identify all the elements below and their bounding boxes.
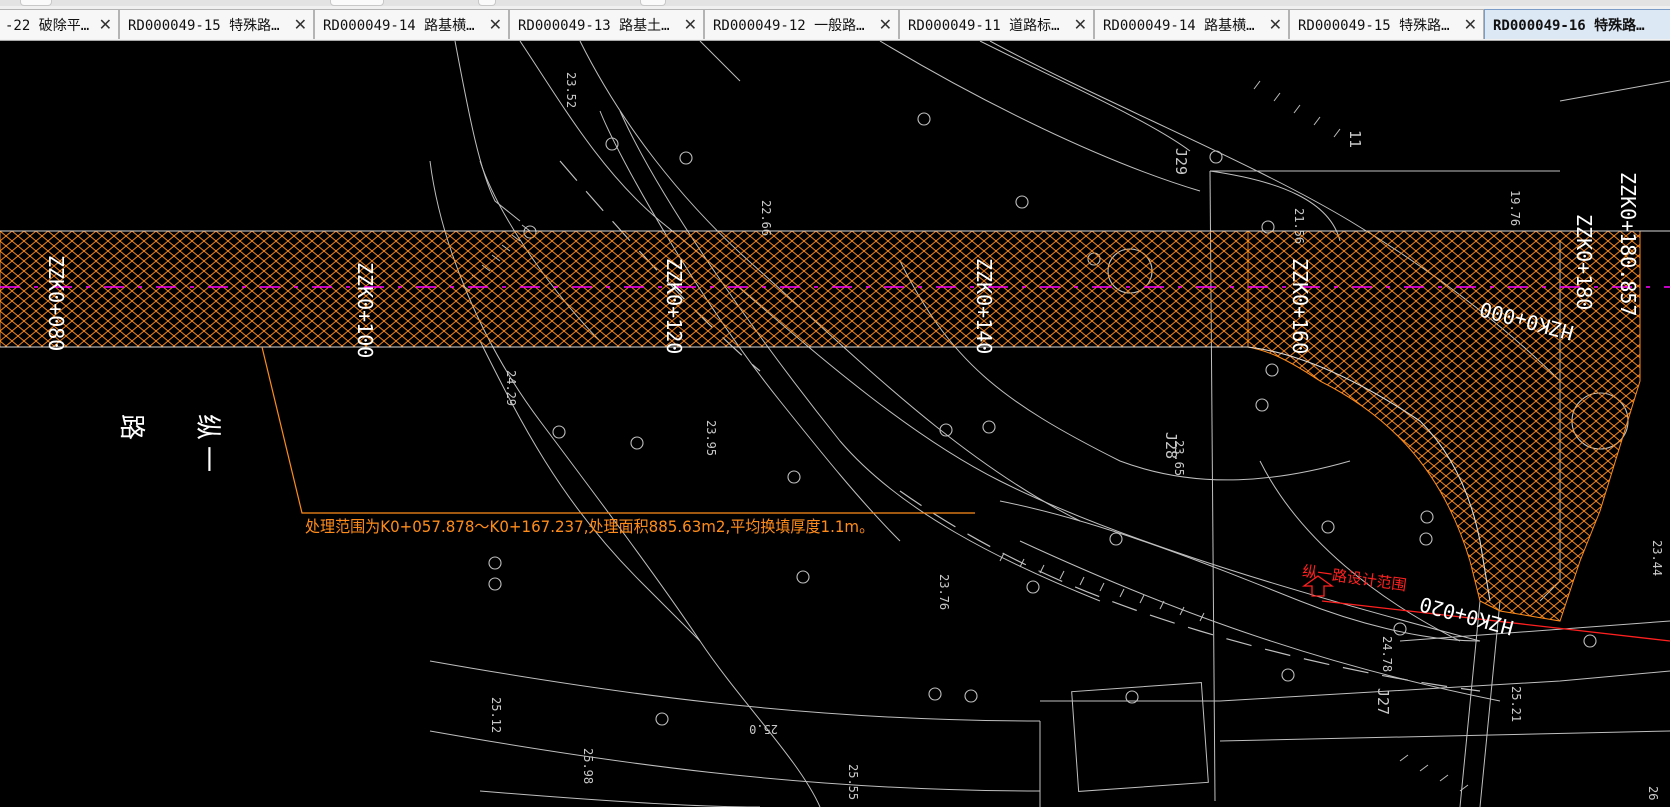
leader-lines: [261, 346, 975, 514]
station-label: ZZK0+120: [662, 258, 686, 355]
elevation-label: 23.95: [704, 420, 718, 457]
tab-rd000049-13[interactable]: RD000049-13 路基土… ✕: [509, 9, 704, 39]
tab-label: RD000049-14 路基横…: [323, 17, 475, 34]
tab-rd000049-11[interactable]: RD000049-11 道路标… ✕: [899, 9, 1094, 39]
tab-label: RD000049-15 特殊路…: [128, 17, 280, 34]
elevation-label: 19.76: [1508, 190, 1522, 227]
elevation-label: 26: [1646, 786, 1660, 801]
treatment-annotation: 处理范围为K0+057.878～K0+167.237,处理面积885.63m2,…: [305, 517, 875, 536]
toolbar-handle[interactable]: [20, 0, 52, 6]
elevation-label: 21.56: [1292, 208, 1306, 245]
tab-rd000049-16[interactable]: RD000049-16 特殊路…: [1484, 9, 1670, 39]
station-label: ZZK0+180: [1572, 214, 1596, 311]
elevation-label: 24.78: [1380, 636, 1394, 673]
toolbar-handle[interactable]: [478, 0, 496, 6]
station-label: ZZK0+160: [1288, 258, 1312, 355]
tab-label: -22 破除平…: [5, 17, 90, 34]
close-icon[interactable]: ✕: [684, 15, 697, 34]
tab-rd000049-15[interactable]: RD000049-15 特殊路… ✕: [119, 9, 314, 39]
treatment-zone-hatch: [0, 230, 1249, 348]
tab-rd000049-12[interactable]: RD000049-12 一般路… ✕: [704, 9, 899, 39]
elevation-label: 25.55: [846, 764, 860, 801]
station-label: ZZK0+080: [44, 255, 68, 352]
tab-label: RD000049-12 一般路…: [713, 17, 865, 34]
elevation-label: 23.52: [564, 72, 578, 109]
slope-ticks: [461, 80, 1469, 792]
station-label: ZZK0+100: [353, 262, 377, 359]
close-icon[interactable]: ✕: [489, 15, 502, 34]
close-icon[interactable]: ✕: [99, 15, 112, 34]
elevation-label: 23.44: [1650, 540, 1664, 577]
elevation-label: 25.0: [749, 722, 778, 736]
toolbar-handle[interactable]: [640, 0, 666, 6]
tab-drawing-22[interactable]: -22 破除平… ✕: [0, 9, 119, 39]
elevation-label: 24.29: [504, 370, 518, 407]
tab-label: RD000049-11 道路标…: [908, 17, 1060, 34]
tab-label: RD000049-13 路基土…: [518, 17, 670, 34]
cad-drawing-canvas[interactable]: [0, 41, 1670, 807]
document-tab-bar: -22 破除平… ✕ RD000049-15 特殊路… ✕ RD000049-1…: [0, 0, 1670, 41]
toolbar-strip: [0, 0, 1670, 6]
elevation-label: 22.66: [759, 200, 773, 237]
close-icon[interactable]: ✕: [1269, 15, 1282, 34]
tab-label: RD000049-14 路基横…: [1103, 17, 1255, 34]
point-id-label: J27: [1374, 688, 1392, 716]
station-label: ZZK0+180.857: [1616, 172, 1640, 317]
station-label: ZZK0+140: [972, 258, 996, 355]
road-name-char: 纵: [192, 414, 222, 441]
road-name-char: 路: [116, 414, 146, 441]
point-id-label: J29: [1172, 148, 1190, 176]
elevation-label: 25.21: [1509, 686, 1523, 723]
point-id-label: 11: [1346, 130, 1364, 149]
tab-rd000049-15b[interactable]: RD000049-15 特殊路… ✕: [1289, 9, 1484, 39]
close-icon[interactable]: ✕: [1074, 15, 1087, 34]
tab-label: RD000049-16 特殊路…: [1493, 17, 1645, 34]
elevation-label: 25.12: [489, 697, 503, 734]
point-id-label: J28: [1162, 432, 1180, 460]
close-icon[interactable]: ✕: [879, 15, 892, 34]
close-icon[interactable]: ✕: [294, 15, 307, 34]
tab-label: RD000049-15 特殊路…: [1298, 17, 1450, 34]
elevation-label: 25.98: [581, 748, 595, 785]
road-name-char: 一: [192, 446, 222, 473]
close-icon[interactable]: ✕: [1464, 15, 1477, 34]
tab-rd000049-14b[interactable]: RD000049-14 路基横… ✕: [1094, 9, 1289, 39]
tab-rd000049-14[interactable]: RD000049-14 路基横… ✕: [314, 9, 509, 39]
toolbar-handle[interactable]: [330, 0, 384, 6]
elevation-label: 23.76: [937, 574, 951, 611]
